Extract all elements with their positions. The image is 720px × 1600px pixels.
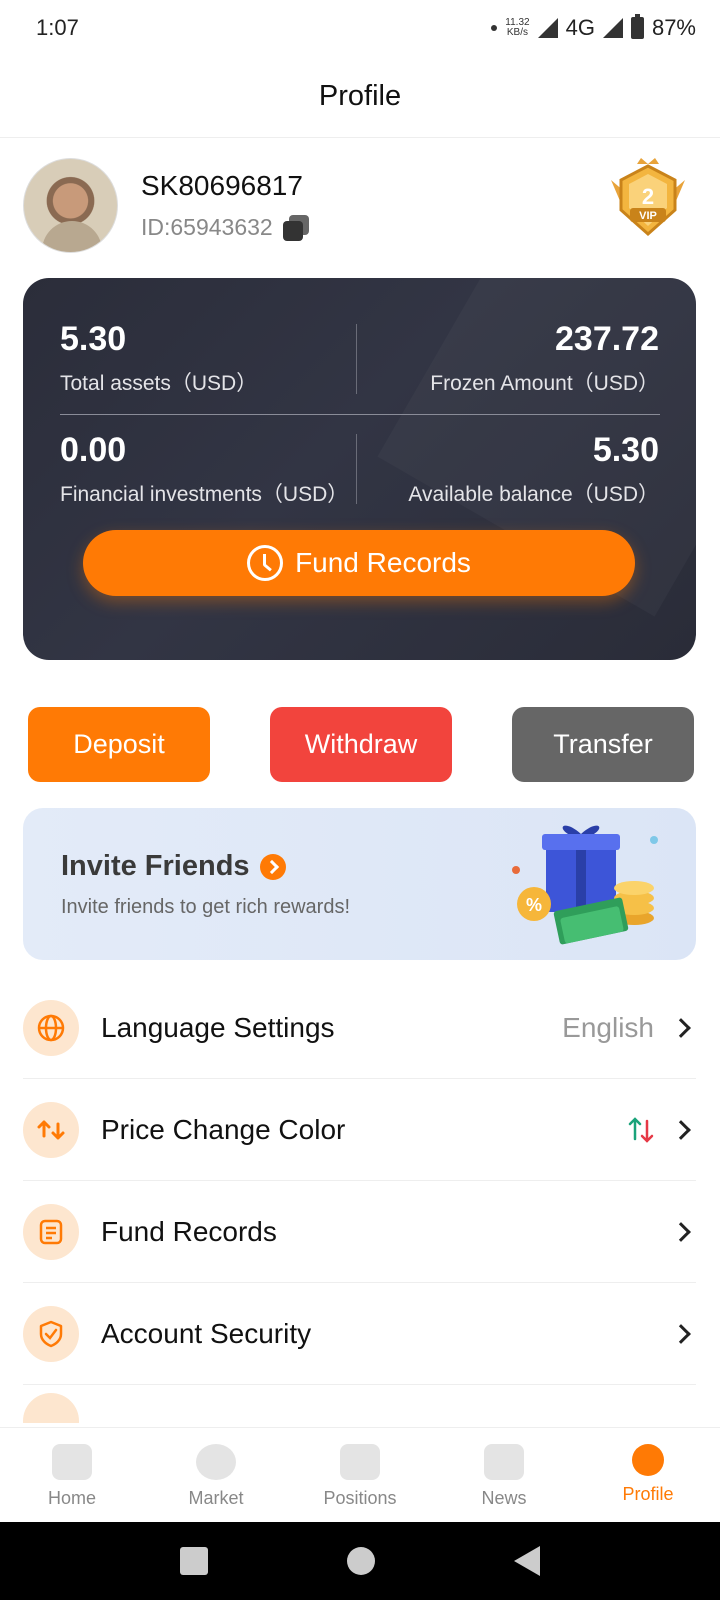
status-bar: 1:07 11.32 KB/s 4G 87% — [0, 0, 720, 56]
vip-badge-icon: 2 VIP — [611, 158, 685, 237]
copy-icon[interactable] — [282, 214, 309, 241]
svg-text:%: % — [526, 895, 542, 915]
divider — [60, 414, 660, 415]
frozen-amount: 237.72 Frozen Amount（USD） — [430, 320, 659, 397]
frozen-amount-value: 237.72 — [555, 320, 659, 358]
net-speed-unit: KB/s — [506, 27, 528, 38]
setting-fund-records[interactable]: Fund Records — [23, 1181, 696, 1283]
invite-title: Invite Friends — [61, 850, 250, 882]
system-nav-bar — [0, 1522, 720, 1600]
avatar[interactable] — [23, 158, 118, 253]
profile-summary: SK80696817 ID:65943632 2 VIP — [23, 158, 703, 254]
notification-dot-icon — [491, 25, 498, 31]
arrow-right-icon — [259, 853, 286, 880]
user-id: ID:65943632 — [141, 214, 273, 240]
available-balance: 5.30 Available balance（USD） — [408, 431, 659, 508]
home-icon — [52, 1444, 92, 1480]
setting-label: Language Settings — [101, 1011, 335, 1043]
financial-investments-value: 0.00 — [60, 431, 127, 469]
withdraw-button[interactable]: Withdraw — [270, 707, 452, 782]
setting-label: Fund Records — [101, 1215, 277, 1247]
net-speed: 11.32 KB/s — [505, 18, 529, 38]
document-icon — [23, 1203, 79, 1260]
username: SK80696817 — [141, 170, 303, 201]
chevron-right-icon — [671, 1323, 691, 1344]
signal-2-icon — [602, 18, 623, 38]
fund-records-button-label: Fund Records — [295, 547, 471, 578]
nav-label: Home — [47, 1488, 96, 1508]
setting-price-change-color[interactable]: Price Change Color — [23, 1079, 696, 1181]
nav-label: Market — [188, 1488, 244, 1508]
available-balance-value: 5.30 — [592, 431, 659, 469]
nav-profile[interactable]: Profile — [576, 1428, 720, 1522]
page-header: Profile — [0, 56, 720, 138]
back-icon[interactable] — [514, 1546, 541, 1576]
frozen-amount-label: Frozen Amount（USD） — [430, 372, 659, 395]
divider — [356, 434, 357, 504]
settings-list: Language Settings English Price Change C… — [23, 977, 696, 1385]
page-title: Profile — [318, 80, 402, 112]
invite-subtitle: Invite friends to get rich rewards! — [61, 896, 351, 918]
total-assets-label: Total assets（USD） — [60, 372, 258, 395]
nav-label: Profile — [622, 1484, 674, 1504]
vip-level: 2 — [642, 184, 654, 209]
status-icons: 11.32 KB/s 4G 87% — [491, 14, 696, 41]
battery-icon — [630, 14, 644, 39]
battery-level: 87% — [651, 15, 696, 40]
financial-investments: 0.00 Financial investments（USD） — [60, 431, 348, 508]
vip-text: VIP — [639, 210, 657, 222]
chevron-right-icon — [671, 1017, 691, 1038]
swap-arrows-icon — [23, 1101, 79, 1158]
status-time: 1:07 — [36, 15, 79, 40]
action-buttons: Deposit Withdraw Transfer — [28, 707, 694, 782]
total-assets-value: 5.30 — [60, 320, 127, 358]
setting-language[interactable]: Language Settings English — [23, 977, 696, 1079]
shield-check-icon — [23, 1305, 79, 1362]
divider — [356, 324, 357, 394]
setting-label: Account Security — [101, 1317, 312, 1349]
home-button-icon[interactable] — [346, 1547, 375, 1575]
bottom-nav: Home Market Positions News Profile — [0, 1427, 720, 1522]
setting-label: Price Change Color — [101, 1113, 346, 1145]
network-type: 4G — [565, 15, 595, 40]
clock-icon — [247, 545, 284, 581]
chevron-right-icon — [671, 1119, 691, 1140]
fund-records-button[interactable]: Fund Records — [83, 530, 635, 596]
setting-partial-item-icon — [23, 1393, 79, 1423]
nav-market[interactable]: Market — [144, 1428, 288, 1522]
nav-positions[interactable]: Positions — [288, 1428, 432, 1522]
globe-icon — [23, 999, 79, 1056]
recent-apps-icon[interactable] — [179, 1547, 208, 1575]
invite-friends-banner[interactable]: Invite Friends Invite friends to get ric… — [23, 808, 696, 960]
total-assets: 5.30 Total assets（USD） — [60, 320, 257, 397]
nav-news[interactable]: News — [432, 1428, 576, 1522]
nav-home[interactable]: Home — [0, 1428, 144, 1522]
financial-investments-label: Financial investments（USD） — [60, 483, 349, 506]
transfer-button[interactable]: Transfer — [512, 707, 694, 782]
nav-label: News — [481, 1488, 527, 1508]
nav-label: Positions — [323, 1488, 397, 1508]
newspaper-icon — [484, 1444, 524, 1480]
chevron-right-icon — [671, 1221, 691, 1242]
gift-box-icon: % — [512, 825, 658, 945]
assets-card: 5.30 Total assets（USD） 237.72 Frozen Amo… — [23, 278, 696, 660]
chart-icon — [340, 1444, 380, 1480]
setting-account-security[interactable]: Account Security — [23, 1283, 696, 1385]
deposit-button[interactable]: Deposit — [28, 707, 210, 782]
invite-title-row: Invite Friends — [61, 850, 286, 883]
profile-icon — [632, 1444, 664, 1476]
available-balance-label: Available balance（USD） — [408, 483, 659, 506]
dollar-coin-icon — [196, 1444, 236, 1480]
user-id-row: ID:65943632 — [141, 214, 309, 241]
up-down-arrows-icon — [628, 1116, 654, 1143]
setting-value: English — [562, 1011, 654, 1043]
signal-icon — [537, 18, 558, 38]
